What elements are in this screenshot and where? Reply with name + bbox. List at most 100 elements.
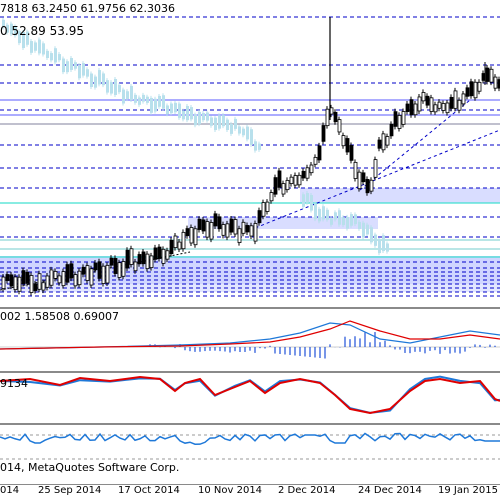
candle-body	[378, 239, 381, 254]
candle-body	[350, 214, 353, 226]
candle-body	[361, 172, 366, 183]
candle-body	[433, 104, 438, 113]
candle-body	[153, 247, 158, 260]
candle-body	[61, 271, 66, 287]
candle-body	[333, 111, 338, 123]
candle-body	[110, 82, 113, 94]
candle-body	[101, 265, 106, 284]
candle-body	[78, 65, 81, 79]
candle-body	[254, 141, 257, 151]
candle-body	[358, 221, 361, 229]
stochastic-pane[interactable]: 9134	[0, 373, 500, 423]
candle-body	[409, 99, 414, 116]
time-axis-label: 19 Jan 2015	[438, 485, 498, 496]
candle-body	[473, 81, 478, 99]
candle-body	[226, 119, 229, 130]
candle-body	[33, 283, 38, 292]
candle-body	[197, 218, 202, 230]
rsi-pane[interactable]: 014, MetaQuotes Software Corp.	[0, 425, 500, 484]
candle-body	[393, 111, 398, 127]
candle-body	[465, 87, 470, 97]
candle-body	[334, 212, 337, 220]
candle-body	[318, 208, 321, 222]
macd-pane[interactable]: 002 1.58508 0.69007	[0, 309, 500, 371]
candle-body	[70, 57, 73, 70]
candle-body	[189, 227, 194, 244]
time-axis-label: 10 Nov 2014	[198, 485, 263, 496]
candle-body	[134, 94, 137, 103]
candle-body	[109, 257, 114, 266]
candle-body	[198, 111, 201, 125]
candle-body	[161, 248, 166, 264]
candle-body	[21, 270, 26, 284]
candle-body	[201, 219, 206, 232]
candle-body	[146, 96, 149, 103]
candle-body	[301, 170, 306, 179]
candle-body	[382, 235, 385, 252]
candle-body	[141, 251, 146, 265]
candle-body	[265, 201, 270, 212]
candle-body	[377, 139, 382, 149]
candle-body	[386, 243, 389, 252]
candle-body	[225, 223, 230, 238]
candle-body	[190, 107, 193, 120]
candle-body	[74, 62, 77, 69]
candle-body	[85, 265, 90, 281]
candle-body	[206, 112, 209, 121]
candle-body	[421, 92, 426, 102]
candle-body	[437, 101, 442, 109]
candle-body	[174, 102, 177, 113]
candle-body	[157, 246, 162, 259]
candle-body	[202, 113, 205, 121]
indicator-readout: 0 52.89 53.95	[0, 24, 84, 38]
price-chart-pane[interactable]: 7818 63.2450 61.9756 62.3036 0 52.89 53.…	[0, 0, 500, 307]
candle-body	[310, 195, 313, 211]
copyright-text: 014, MetaQuotes Software Corp.	[0, 461, 180, 474]
candle-body	[25, 271, 30, 284]
candle-body	[453, 90, 458, 109]
candle-body	[214, 117, 217, 131]
candle-body	[94, 76, 97, 88]
candle-body	[169, 239, 174, 255]
candle-body	[117, 262, 122, 278]
candle-body	[385, 136, 390, 146]
candle-body	[185, 228, 190, 237]
candle-body	[261, 202, 266, 217]
candle-body	[205, 221, 210, 238]
candle-body	[249, 225, 254, 237]
candle-body	[461, 93, 466, 105]
candle-body	[238, 126, 241, 134]
candle-body	[50, 53, 53, 61]
candle-body	[125, 249, 130, 269]
candle-body	[145, 253, 150, 270]
candle-body	[289, 176, 294, 184]
candle-body	[130, 85, 133, 101]
candle-body	[342, 217, 345, 226]
candle-body	[222, 115, 225, 127]
candle-body	[337, 119, 342, 133]
candle-body	[373, 159, 378, 178]
candle-body	[233, 219, 238, 235]
candle-body	[193, 228, 198, 246]
candle-body	[345, 138, 350, 153]
candle-body	[485, 67, 490, 82]
candle-body	[121, 261, 126, 277]
candle-body	[9, 274, 14, 287]
candle-body	[381, 133, 386, 151]
candle-body	[186, 105, 189, 121]
candle-body	[306, 193, 309, 203]
candle-body	[365, 178, 370, 194]
candle-body	[209, 222, 214, 240]
candle-body	[73, 274, 78, 287]
candle-body	[269, 192, 274, 202]
candle-body	[89, 268, 94, 286]
candle-body	[213, 213, 218, 227]
macd-main-line	[0, 322, 500, 350]
candle-body	[230, 123, 233, 134]
candle-body	[17, 276, 22, 292]
candle-body	[5, 274, 10, 281]
candle-body	[177, 241, 182, 250]
candle-body	[218, 115, 221, 129]
candle-body	[66, 61, 69, 73]
candle-body	[182, 110, 185, 120]
